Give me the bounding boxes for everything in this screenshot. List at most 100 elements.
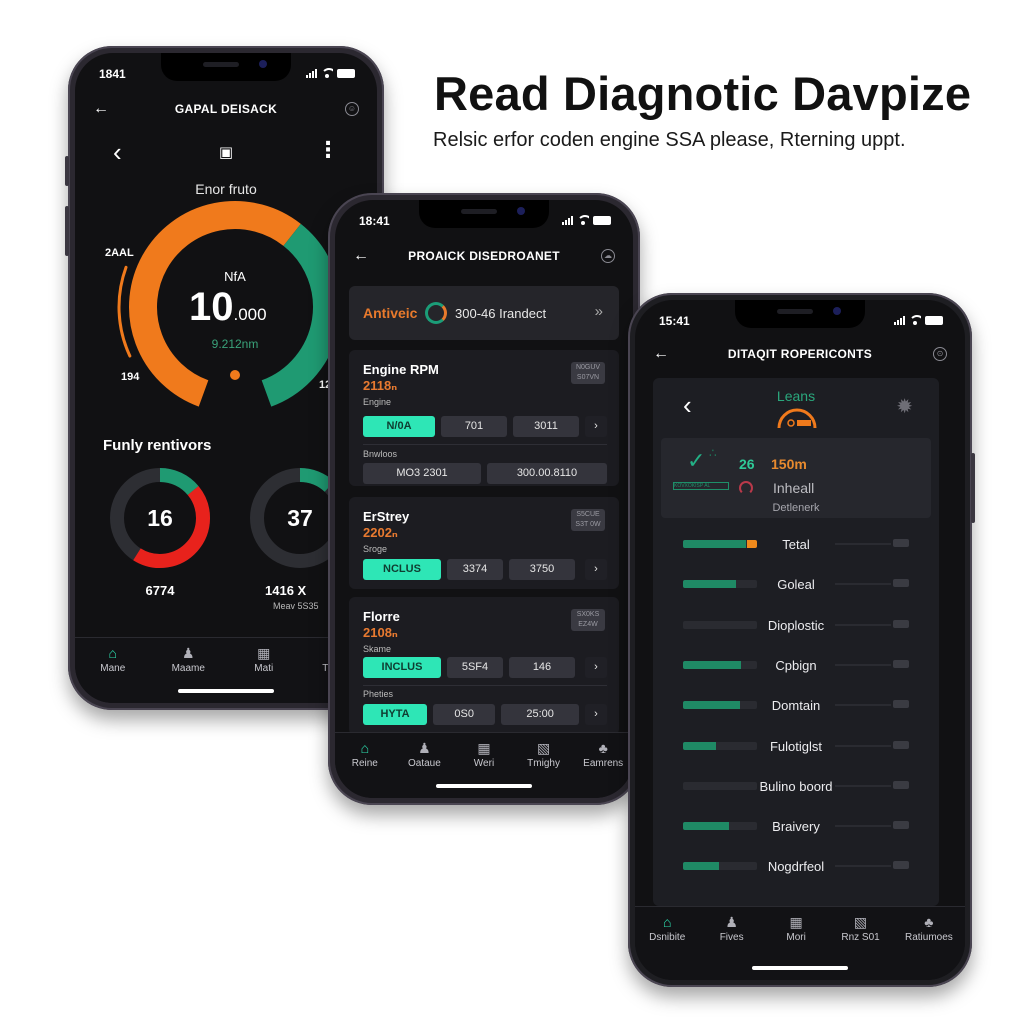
toolbar: ‹ ▣ ⋮ [75, 139, 377, 169]
map-icon: ▧ [853, 914, 868, 930]
sensor-row[interactable]: Nogdrfeol [683, 859, 909, 875]
profile-icon[interactable]: ☺ [345, 102, 359, 116]
wifi-icon [577, 215, 589, 225]
settings-circle-icon[interactable]: ⊙ [933, 347, 947, 361]
sensor-row[interactable]: Braivery [683, 819, 909, 834]
sensor-toggle[interactable] [893, 780, 909, 789]
chevron-left-icon[interactable]: ‹ [113, 139, 122, 165]
sensor-name: Tetal [782, 537, 810, 552]
ring-left-caption: 6774 [145, 583, 175, 598]
sensor-track [835, 704, 891, 707]
grid-icon: ▦ [789, 914, 803, 930]
sensor-bar [683, 620, 757, 629]
phone-parameter-screen: 18:41 ← PROAICK DISEDROANET ☁ Antiveic 3… [328, 193, 643, 805]
device-banner[interactable]: Antiveic 300-46 Irandect » [349, 286, 619, 340]
chip[interactable]: 300.00.8110 [487, 463, 607, 484]
tab-grid[interactable]: ▦ Weri [464, 741, 504, 769]
sensor-toggle[interactable] [893, 539, 909, 547]
chip[interactable]: 3011 [513, 416, 579, 437]
home-icon: ⌂ [360, 740, 370, 756]
tab-user[interactable]: ♟ Oataue [404, 741, 444, 769]
chip[interactable]: N/0A [363, 416, 435, 437]
chevron-right-icon[interactable]: › [585, 416, 607, 437]
tab-map[interactable]: ▧ Rnz S01 [841, 915, 881, 943]
user-icon: ♟ [418, 740, 431, 756]
tab-user[interactable]: ♟ Maame [168, 646, 208, 674]
tab-home[interactable]: ⌂ Reine [345, 741, 385, 769]
gear-icon[interactable]: ✹ [896, 394, 913, 419]
sensor-toggle[interactable] [893, 619, 909, 628]
sensor-toggle[interactable] [893, 700, 909, 709]
sensor-bar-fill [683, 741, 717, 750]
tab-extensions[interactable]: ♣ Ratiumoes [905, 915, 953, 943]
tab-extensions[interactable]: ♣ Eamrens [583, 741, 623, 769]
double-chevron-right-icon[interactable]: » [595, 303, 603, 320]
sensor-toggle[interactable] [893, 861, 909, 870]
sensor-name: Goleal [777, 577, 815, 593]
status-bar: 18:41 [359, 214, 611, 230]
parameter-value: 2118ₙ [363, 378, 398, 393]
sensor-track [835, 825, 891, 828]
sensor-toggle[interactable] [893, 659, 909, 668]
chip[interactable]: 3374 [447, 559, 503, 580]
sensor-row[interactable]: Bulino boord [683, 779, 909, 794]
tab-home[interactable]: ⌂ Mane [93, 646, 133, 674]
chip[interactable]: MO3 2301 [363, 463, 481, 484]
ring-arc-green [299, 468, 335, 493]
sensor-toggle[interactable] [893, 579, 909, 588]
chip[interactable]: NCLUS [363, 559, 441, 580]
chevron-right-icon[interactable]: › [585, 657, 607, 678]
chevron-right-icon[interactable]: › [585, 559, 607, 580]
chip[interactable]: 25:00 [501, 704, 579, 725]
battery-calendar-icon[interactable]: ▣ [219, 143, 233, 161]
sensor-row[interactable]: Dioplostic [683, 618, 909, 633]
tab-label: Mati [254, 663, 274, 674]
tab-grid[interactable]: ▦ Mati [244, 646, 284, 674]
tab-label: Weri [473, 758, 495, 769]
cloud-icon[interactable]: ☁ [601, 249, 615, 263]
chip[interactable]: 146 [509, 657, 575, 678]
sensor-track [835, 744, 891, 747]
chevron-left-icon[interactable]: ‹ [683, 392, 692, 418]
banner-text: 300-46 Irandect [455, 306, 547, 321]
red-gauge-icon [739, 481, 753, 495]
tab-grid[interactable]: ▦ Mori [776, 915, 816, 943]
more-vertical-icon[interactable]: ⋮ [317, 139, 339, 161]
sensor-bar-fill [683, 822, 729, 831]
sensor-bar [683, 660, 757, 669]
chip[interactable]: INCLUS [363, 657, 441, 678]
ring-right-subcaption: Meav 5S35 [273, 601, 319, 611]
sensor-row[interactable]: Cpbign [683, 658, 909, 673]
sensor-row[interactable]: Fulotiglst [683, 739, 909, 754]
parameter-label: Engine [363, 397, 392, 407]
wifi-icon [321, 68, 333, 78]
tab-user[interactable]: ♟ Fives [712, 915, 752, 943]
status-time: 18:41 [359, 214, 390, 228]
chip[interactable]: 701 [441, 416, 507, 437]
sensor-toggle[interactable] [893, 740, 909, 749]
sensor-row[interactable]: Tetal [683, 537, 909, 552]
chip[interactable]: 5SF4 [447, 657, 503, 678]
brand-name: Antiveic [363, 305, 418, 321]
mini-gauge-icon [777, 408, 817, 429]
chip-row: MO3 2301 300.00.8110 [363, 463, 607, 484]
gauge-value-major: 10 [189, 285, 234, 329]
tab-label: Ratiumoes [904, 932, 953, 943]
sensor-toggle[interactable] [893, 821, 909, 830]
chip[interactable]: HYTA [363, 704, 428, 725]
sensor-bar [683, 781, 757, 790]
chip[interactable]: 3750 [509, 559, 575, 580]
parameter-label: Skame [363, 644, 392, 654]
status-strip: KOVXOKISP AL [673, 482, 729, 490]
chevron-right-icon[interactable]: › [585, 704, 607, 725]
tab-map[interactable]: ▧ Tmighy [524, 741, 564, 769]
sensor-row[interactable]: Goleal [683, 577, 909, 593]
parameter-badge: S5CUE S3T 0W [571, 509, 605, 531]
chip[interactable]: 0S0 [433, 704, 496, 725]
sensor-row[interactable]: Domtain [683, 698, 909, 713]
battery-icon [337, 68, 355, 78]
chip-row: N/0A 701 3011 › [363, 416, 607, 437]
sensor-name: Nogdrfeol [767, 859, 825, 875]
puzzle-icon: ♣ [598, 740, 608, 756]
tab-home[interactable]: ⌂ Dsnibite [647, 915, 687, 943]
